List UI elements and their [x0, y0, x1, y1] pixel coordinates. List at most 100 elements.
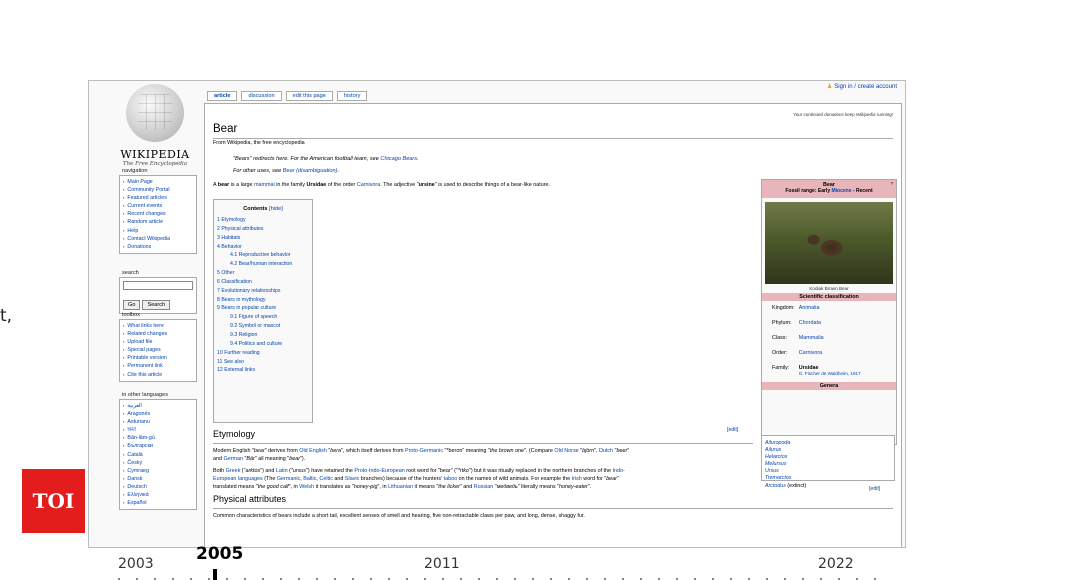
chicago-bears-link[interactable]: Chicago Bears	[380, 156, 417, 162]
language-link[interactable]: ক্ষমা	[123, 426, 193, 434]
disambiguation-link[interactable]: Bear (disambiguation)	[283, 168, 338, 174]
nav-link[interactable]: Help	[123, 227, 193, 235]
nav-link[interactable]: Random article	[123, 218, 193, 226]
toc-item[interactable]: 3 Habitats	[217, 234, 312, 243]
miocene-link[interactable]: Miocene	[832, 188, 852, 194]
article-link[interactable]: Proto-Indo-European	[354, 468, 404, 474]
tab-discussion[interactable]: discussion	[241, 91, 282, 101]
article-link[interactable]: European languages	[213, 476, 263, 482]
toc-item[interactable]: 7 Evolutionary relationships	[217, 287, 312, 296]
language-link[interactable]: Deutsch	[123, 483, 193, 491]
toolbox-link[interactable]: Related changes	[123, 330, 193, 338]
help-link[interactable]: ?	[890, 182, 893, 187]
toc-item[interactable]: 9.1 Figure of speech	[217, 313, 312, 322]
article-link[interactable]: mammal	[254, 182, 275, 188]
toc-item[interactable]: 9.3 Religion	[217, 331, 312, 340]
tab-history[interactable]: history	[336, 91, 368, 101]
search-input[interactable]	[123, 281, 193, 290]
language-link[interactable]: Česky	[123, 459, 193, 467]
timeline-marker[interactable]	[213, 569, 217, 580]
nav-link[interactable]: Community Portal	[123, 186, 193, 194]
toc-item[interactable]: 8 Bears in mythology	[217, 296, 312, 305]
toc-item[interactable]: 4.1 Reproductive behavior	[217, 251, 312, 260]
toc-item[interactable]: 5 Other	[217, 269, 312, 278]
toolbox-link[interactable]: Upload file	[123, 338, 193, 346]
genus-link[interactable]: Tremarctos	[765, 475, 891, 482]
language-link[interactable]: Español	[123, 499, 193, 507]
genus-name[interactable]: Melursus	[765, 461, 787, 467]
genus-link[interactable]: Ailurus	[765, 447, 891, 454]
toc-item[interactable]: 2 Physical attributes	[217, 225, 312, 234]
toc-item[interactable]: 11 See also	[217, 358, 312, 367]
etymology-edit-link[interactable]: [edit]	[727, 427, 738, 433]
article-link[interactable]: Greek	[226, 468, 241, 474]
go-button[interactable]: Go	[123, 300, 141, 310]
article-link[interactable]: Baltic	[303, 476, 316, 482]
article-link[interactable]: Irish	[572, 476, 582, 482]
nav-link[interactable]: Featured articles	[123, 194, 193, 202]
language-link[interactable]: Aragonés	[123, 410, 193, 418]
toolbox-link[interactable]: Cite this article	[123, 371, 193, 379]
toc-item[interactable]: 4.2 Bear/human interaction	[217, 260, 312, 269]
article-link[interactable]: Welsh	[299, 484, 314, 490]
tab-edit-this-page[interactable]: edit this page	[285, 91, 333, 101]
toolbox-link[interactable]: Special pages	[123, 346, 193, 354]
nav-link[interactable]: Contact Wikipedia	[123, 235, 193, 243]
timeline-year-2022[interactable]: 2022	[818, 556, 854, 572]
language-link[interactable]: Asturianu	[123, 418, 193, 426]
toc-item[interactable]: 9.2 Symbol or mascot	[217, 322, 312, 331]
genus-name[interactable]: Ailuropoda	[765, 440, 790, 446]
article-link[interactable]: Old English	[299, 448, 327, 454]
language-link[interactable]: العربية	[123, 402, 193, 410]
timeline-year-2003[interactable]: 2003	[118, 556, 154, 572]
genus-link[interactable]: Melursus	[765, 461, 891, 468]
language-link[interactable]: Bân-lâm-gú	[123, 434, 193, 442]
genus-name[interactable]: Arctodus	[765, 483, 786, 489]
toc-hide-toggle[interactable]: [hide]	[269, 206, 283, 212]
taxon-authority[interactable]: G. Fischer de Waldheim, 1817	[799, 371, 861, 376]
tab-article[interactable]: article	[207, 91, 238, 101]
article-link[interactable]: Germanic	[277, 476, 300, 482]
genus-link[interactable]: Helarctos	[765, 454, 891, 461]
rank-value[interactable]: Mammalia	[799, 335, 865, 350]
article-link[interactable]: Lithuanian	[388, 484, 413, 490]
genus-link[interactable]: Ailuropoda	[765, 440, 891, 447]
sign-in-link[interactable]: ♟ Sign in / create account	[827, 83, 897, 90]
genus-name[interactable]: Ailurus	[765, 447, 781, 453]
article-link[interactable]: taboo	[444, 476, 458, 482]
timeline-year-2011[interactable]: 2011	[424, 556, 460, 572]
language-link[interactable]: Ελληνικά	[123, 491, 193, 499]
toc-item[interactable]: 4 Behavior	[217, 243, 312, 252]
language-link[interactable]: Dansk	[123, 475, 193, 483]
article-link[interactable]: Proto-Germanic	[405, 448, 443, 454]
search-button[interactable]: Search	[142, 300, 171, 310]
timeline-year-2005[interactable]: 2005	[196, 544, 243, 564]
toolbox-link[interactable]: What links here	[123, 322, 193, 330]
kodiak-bear-photo[interactable]	[765, 202, 893, 284]
nav-link[interactable]: Recent changes	[123, 210, 193, 218]
genus-link[interactable]: Arctodus (extinct)	[765, 483, 891, 490]
toc-item[interactable]: 9.4 Politics and culture	[217, 340, 312, 349]
wikipedia-logo[interactable]: WIKIPEDIA The Free Encyclopedia	[111, 84, 199, 174]
language-link[interactable]: Cymraeg	[123, 467, 193, 475]
genus-name[interactable]: Helarctos	[765, 454, 787, 460]
rank-value[interactable]: Carnivora	[799, 350, 865, 365]
rank-value[interactable]: Animalia	[799, 305, 865, 320]
toc-item[interactable]: 12 External links	[217, 366, 312, 375]
article-link[interactable]: Carnivora	[357, 182, 380, 188]
genus-link[interactable]: Ursus	[765, 468, 891, 475]
article-link[interactable]: German	[224, 456, 243, 462]
genus-name[interactable]: Tremarctos	[765, 475, 791, 481]
taxon-name[interactable]: Mammalia	[799, 335, 824, 341]
taxon-name[interactable]: Animalia	[799, 305, 820, 311]
article-link[interactable]: Slavic	[345, 476, 359, 482]
toc-item[interactable]: 10 Further reading	[217, 349, 312, 358]
nav-link[interactable]: Main Page	[123, 178, 193, 186]
article-link[interactable]: Russian	[474, 484, 493, 490]
article-link[interactable]: Dutch	[599, 448, 613, 454]
rank-value[interactable]: Chordata	[799, 320, 865, 335]
article-link[interactable]: Old Norse	[554, 448, 578, 454]
taxon-name[interactable]: Carnivora	[799, 350, 822, 356]
article-link[interactable]: Indo-	[613, 468, 625, 474]
language-link[interactable]: Català	[123, 451, 193, 459]
